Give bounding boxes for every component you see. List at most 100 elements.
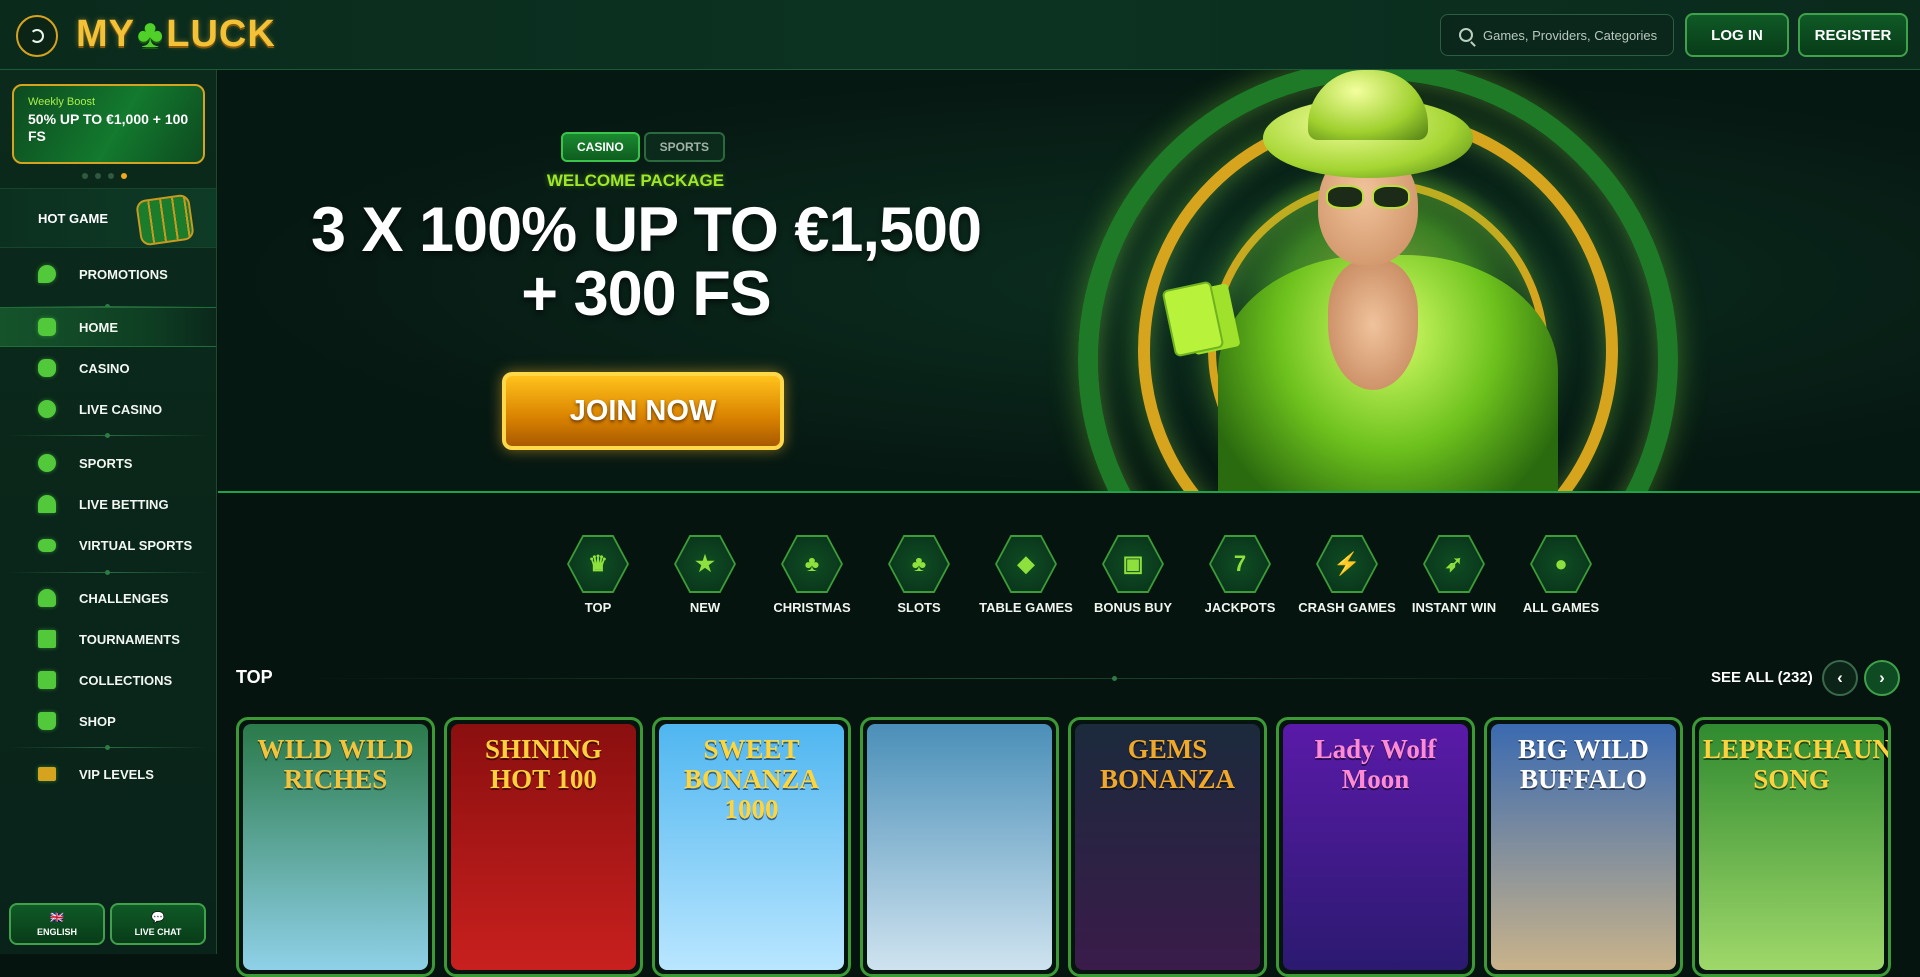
sidebar-item-collections[interactable]: COLLECTIONS <box>0 660 216 700</box>
boost-kicker: Weekly Boost <box>28 96 96 108</box>
category-slots[interactable]: ♣ SLOTS <box>866 535 972 615</box>
game-card[interactable]: SWEET BONANZA 1000 <box>652 717 851 977</box>
game-title: SHINING HOT 100 <box>484 734 603 794</box>
sidebar-item-label: CASINO <box>79 360 130 376</box>
chevron-left-icon: ‹ <box>1837 668 1843 687</box>
game-title: BIG WILD BUFFALO <box>1518 734 1649 794</box>
see-all-link[interactable]: SEE ALL (232) <box>1711 669 1813 686</box>
sidebar-item-shop[interactable]: SHOP <box>0 701 216 741</box>
live-chat-button[interactable]: 💬 LIVE CHAT <box>110 903 206 945</box>
category-crash-games[interactable]: ⚡ CRASH GAMES <box>1294 535 1400 615</box>
menu-toggle-button[interactable] <box>16 15 58 57</box>
game-card[interactable]: WILD WILD RICHES <box>236 717 435 977</box>
logo-text-my: MY <box>76 13 135 55</box>
uk-flag-icon: 🇬🇧 <box>50 912 64 924</box>
category-jackpots[interactable]: 7 JACKPOTS <box>1187 535 1293 615</box>
game-card[interactable]: Lady Wolf Moon <box>1276 717 1475 977</box>
category-glyph-icon: ♛ <box>569 537 627 591</box>
category-christmas[interactable]: ♣ CHRISTMAS <box>759 535 865 615</box>
hot-game-link[interactable]: HOT GAME <box>0 188 216 248</box>
sidebar-item-vip-levels[interactable]: VIP LEVELS <box>0 754 216 794</box>
game-thumbnail <box>867 724 1052 970</box>
divider <box>8 745 208 750</box>
menu-icon <box>30 29 44 43</box>
category-label: INSTANT WIN <box>1411 600 1497 615</box>
category-glyph-icon: ⚡ <box>1318 537 1376 591</box>
carousel-dots <box>82 173 127 179</box>
sidebar-item-label: LIVE CASINO <box>79 401 163 417</box>
category-label: CHRISTMAS <box>773 600 851 615</box>
category-label: BONUS BUY <box>1093 600 1172 615</box>
hero-headline-line2: + 300 FS <box>521 259 771 329</box>
category-icon: ♣ <box>781 535 843 593</box>
login-button[interactable]: LOG IN <box>1685 13 1789 57</box>
live-chat-label: LIVE CHAT <box>134 927 182 937</box>
sidebar-item-live-betting[interactable]: LIVE BETTING <box>0 484 216 524</box>
category-all-games[interactable]: ● ALL GAMES <box>1508 535 1614 615</box>
language-button[interactable]: 🇬🇧 ENGLISH <box>9 903 105 945</box>
category-bonus-buy[interactable]: ▣ BONUS BUY <box>1080 535 1186 615</box>
hero-banner: CASINO SPORTS WELCOME PACKAGE 3 X 100% U… <box>218 70 1920 493</box>
sidebar-item-virtual-sports[interactable]: VIRTUAL SPORTS <box>0 525 216 565</box>
game-title: SWEET BONANZA 1000 <box>683 734 819 824</box>
tab-casino[interactable]: CASINO <box>561 132 640 162</box>
game-card[interactable] <box>860 717 1059 977</box>
divider <box>8 433 208 438</box>
category-label: SLOTS <box>897 600 941 615</box>
sidebar-item-live-casino[interactable]: LIVE CASINO <box>0 389 216 429</box>
sidebar-item-challenges[interactable]: CHALLENGES <box>0 578 216 618</box>
category-label: JACKPOTS <box>1204 600 1276 615</box>
section-divider <box>300 676 1690 681</box>
search-input[interactable]: Games, Providers, Categories <box>1440 14 1674 56</box>
category-label: CRASH GAMES <box>1298 600 1396 615</box>
sidebar-item-label: VIP LEVELS <box>79 766 154 782</box>
sidebar-item-sports[interactable]: SPORTS <box>0 443 216 483</box>
sidebar-item-promotions[interactable]: PROMOTIONS <box>0 254 216 294</box>
game-card[interactable]: SHINING HOT 100 <box>444 717 643 977</box>
category-glyph-icon: ♣ <box>783 537 841 591</box>
category-glyph-icon: ➶ <box>1425 537 1483 591</box>
sidebar-item-home[interactable]: HOME <box>0 307 216 347</box>
hero-tabs: CASINO SPORTS <box>561 132 726 162</box>
hero-character-illustration <box>1008 70 1688 491</box>
clover-logo-icon: ♣ <box>137 12 165 56</box>
category-icon: ➶ <box>1423 535 1485 593</box>
join-now-button[interactable]: JOIN NOW <box>502 372 784 450</box>
carousel-dot[interactable] <box>95 173 101 179</box>
game-card[interactable]: GEMS BONANZA <box>1068 717 1267 977</box>
game-card[interactable]: LEPRECHAUN SONG <box>1692 717 1891 977</box>
home-icon <box>38 318 56 336</box>
sidebar-item-label: SHOP <box>79 713 116 729</box>
category-instant-win[interactable]: ➶ INSTANT WIN <box>1401 535 1507 615</box>
tab-sports[interactable]: SPORTS <box>643 132 726 162</box>
carousel-next-button[interactable]: › <box>1864 660 1900 696</box>
carousel-dot[interactable] <box>108 173 114 179</box>
register-button[interactable]: REGISTER <box>1798 13 1908 57</box>
category-top[interactable]: ♛ TOP <box>545 535 651 615</box>
game-card[interactable]: BIG WILD BUFFALO <box>1484 717 1683 977</box>
logo-text-luck: LUCK <box>166 13 276 55</box>
site-logo[interactable]: MY ♣ LUCK <box>76 12 276 57</box>
chevron-right-icon: › <box>1879 668 1885 687</box>
sidebar-item-casino[interactable]: CASINO <box>0 348 216 388</box>
medal-icon <box>38 589 56 607</box>
character-neck <box>1328 260 1418 390</box>
sidebar-item-tournaments[interactable]: TOURNAMENTS <box>0 619 216 659</box>
carousel-dot[interactable] <box>82 173 88 179</box>
category-table-games[interactable]: ◆ TABLE GAMES <box>973 535 1079 615</box>
category-label: NEW <box>689 600 721 615</box>
category-new[interactable]: ★ NEW <box>652 535 758 615</box>
ball-icon <box>38 454 56 472</box>
sidebar-item-label: LIVE BETTING <box>79 496 169 512</box>
search-icon <box>1459 28 1473 42</box>
search-placeholder: Games, Providers, Categories <box>1483 27 1658 43</box>
game-title: Lady Wolf Moon <box>1314 734 1437 794</box>
category-glyph-icon: ▣ <box>1104 537 1162 591</box>
sidebar: Weekly Boost 50% UP TO €1,000 + 100 FS H… <box>0 70 217 954</box>
category-icon: 7 <box>1209 535 1271 593</box>
weekly-boost-banner[interactable]: Weekly Boost 50% UP TO €1,000 + 100 FS <box>12 84 205 164</box>
sunglasses-icon <box>1326 185 1410 211</box>
category-icon: ★ <box>674 535 736 593</box>
carousel-prev-button[interactable]: ‹ <box>1822 660 1858 696</box>
carousel-dot-active[interactable] <box>121 173 127 179</box>
